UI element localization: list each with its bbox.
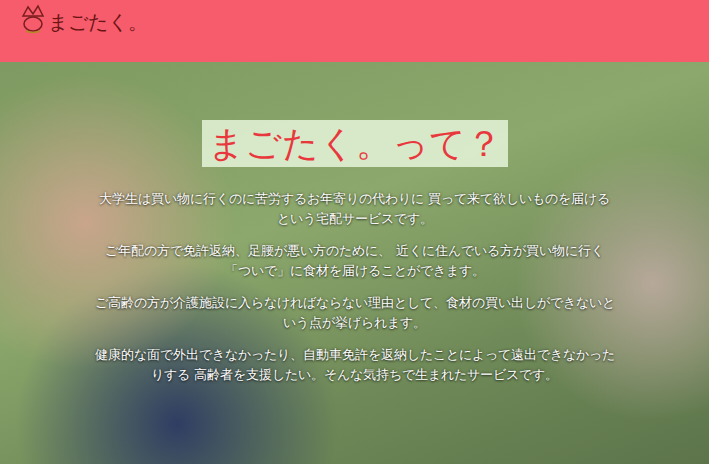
page: まごたく。まごたく。って？ 大学生は買い物に行くのに苦労するお年寄りの代わりに 買… xyxy=(0,0,709,464)
hero-content: まごたく。って？ 大学生は買い物に行くのに苦労するお年寄りの代わりに 買って来て欲… xyxy=(95,62,615,464)
hero-paragraph: 大学生は買い物に行くのに苦労するお年寄りの代わりに 買って来て欲しいものを届ける… xyxy=(95,189,615,229)
hero-paragraph: ご年配の方で免許返納、足腰が悪い方のために、 近くに住んでいる方が買い物に行く「… xyxy=(95,241,615,281)
hero-photo: まごたく。って？ 大学生は買い物に行くのに苦労するお年寄りの代わりに 買って来て欲… xyxy=(0,62,709,464)
hero-paragraph: ご高齢の方が介護施設に入らなければならない理由として、食材の買い出しができないと… xyxy=(95,293,615,333)
logo[interactable]: まごたく。 xyxy=(20,4,148,34)
hero-paragraph: 健康的な面で外出できなかったり、自動車免許を返納したことによって遠出できなかった… xyxy=(95,345,615,385)
logo-text: まごたく。 xyxy=(48,10,148,34)
hero-title: まごたく。って？ xyxy=(202,120,508,167)
header: まごたく。 xyxy=(0,0,709,62)
mascot-icon xyxy=(20,4,46,34)
